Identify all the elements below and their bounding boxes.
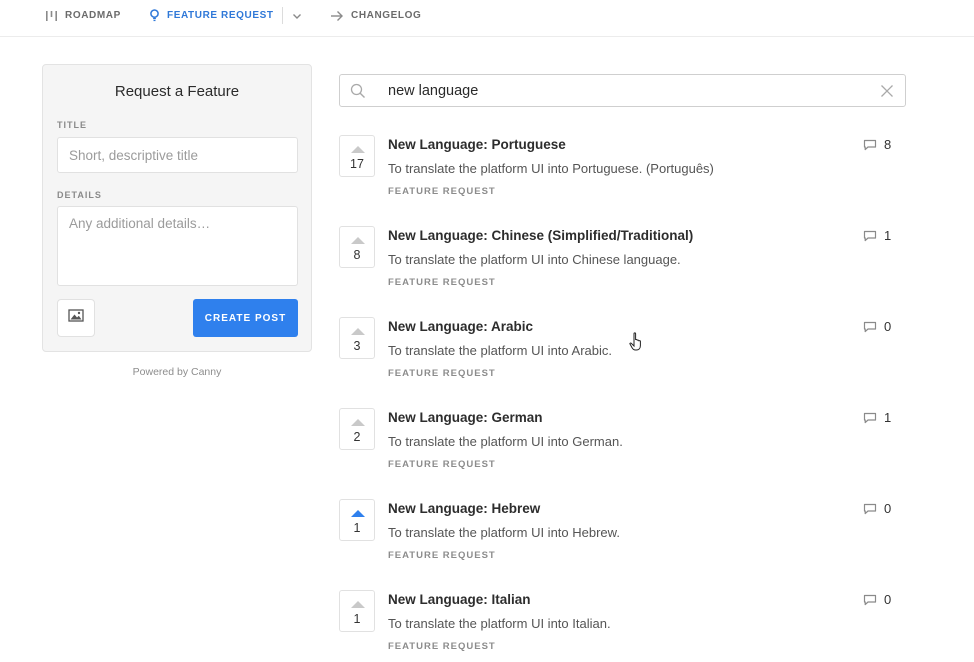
post-category: FEATURE REQUEST <box>388 641 496 652</box>
comment-count: 0 <box>863 319 891 334</box>
post-item[interactable]: 2 New Language: German To translate the … <box>339 408 906 488</box>
post-description: To translate the platform UI into Arabic… <box>388 343 612 358</box>
post-category: FEATURE REQUEST <box>388 368 496 379</box>
comment-count: 0 <box>863 592 891 607</box>
vote-count: 17 <box>350 157 364 171</box>
post-title[interactable]: New Language: Arabic <box>388 319 533 334</box>
title-input[interactable] <box>57 137 298 173</box>
title-label: TITLE <box>57 120 87 130</box>
hand-pointer-icon <box>629 332 645 357</box>
nav-roadmap[interactable]: ROADMAP <box>45 0 121 31</box>
upvote-arrow-icon <box>351 146 365 153</box>
upvote-button[interactable]: 2 <box>339 408 375 450</box>
comment-icon <box>863 139 877 151</box>
post-category: FEATURE REQUEST <box>388 186 496 197</box>
post-category: FEATURE REQUEST <box>388 550 496 561</box>
comment-count: 1 <box>863 228 891 243</box>
comment-count-value: 1 <box>884 410 892 425</box>
nav-divider <box>282 7 283 24</box>
post-item[interactable]: 3 New Language: Arabic To translate the … <box>339 317 906 397</box>
top-nav: ROADMAP FEATURE REQUEST CHANGELOG <box>0 0 974 37</box>
comment-icon <box>863 321 877 333</box>
vote-count: 2 <box>353 430 361 444</box>
create-post-button[interactable]: CREATE POST <box>193 299 298 337</box>
comment-count-value: 8 <box>884 137 892 152</box>
post-title[interactable]: New Language: Hebrew <box>388 501 540 516</box>
details-textarea[interactable] <box>57 206 298 286</box>
post-title[interactable]: New Language: Italian <box>388 592 531 607</box>
upvote-button[interactable]: 3 <box>339 317 375 359</box>
close-icon[interactable] <box>880 84 894 103</box>
request-feature-panel: Request a Feature TITLE DETAILS CREATE P… <box>42 64 312 352</box>
search-box <box>339 74 906 107</box>
comment-count-value: 0 <box>884 319 892 334</box>
upvote-button[interactable]: 1 <box>339 590 375 632</box>
comment-icon <box>863 594 877 606</box>
search-icon <box>350 83 366 104</box>
request-feature-heading: Request a Feature <box>114 83 240 100</box>
upvote-button[interactable]: 1 <box>339 499 375 541</box>
post-item[interactable]: 1 New Language: Italian To translate the… <box>339 590 906 662</box>
post-item[interactable]: 8 New Language: Chinese (Simplified/Trad… <box>339 226 906 306</box>
post-item[interactable]: 17 New Language: Portuguese To translate… <box>339 135 906 215</box>
upvote-arrow-icon <box>351 328 365 335</box>
nav-feature-request-label: FEATURE REQUEST <box>167 10 274 21</box>
post-category: FEATURE REQUEST <box>388 277 496 288</box>
post-title[interactable]: New Language: Portuguese <box>388 137 566 152</box>
comment-icon <box>863 412 877 424</box>
post-description: To translate the platform UI into German… <box>388 434 623 449</box>
vote-count: 1 <box>353 521 361 535</box>
post-title[interactable]: New Language: German <box>388 410 543 425</box>
comment-count-value: 0 <box>884 501 892 516</box>
details-label: DETAILS <box>57 190 102 200</box>
post-description: To translate the platform UI into Portug… <box>388 161 714 176</box>
nav-feature-request[interactable]: FEATURE REQUEST <box>149 0 274 31</box>
arrow-right-icon <box>330 10 344 22</box>
post-description: To translate the platform UI into Chines… <box>388 252 681 267</box>
roadmap-icon <box>45 10 58 22</box>
nav-roadmap-label: ROADMAP <box>65 10 121 21</box>
upvote-arrow-icon <box>351 510 365 517</box>
comment-count-value: 0 <box>884 592 892 607</box>
post-description: To translate the platform UI into Hebrew… <box>388 525 620 540</box>
powered-by-link[interactable]: Powered by Canny <box>42 366 312 378</box>
comment-count: 1 <box>863 410 891 425</box>
post-category: FEATURE REQUEST <box>388 459 496 470</box>
nav-changelog[interactable]: CHANGELOG <box>330 0 421 31</box>
comment-icon <box>863 503 877 515</box>
post-item[interactable]: 1 New Language: Hebrew To translate the … <box>339 499 906 579</box>
vote-count: 8 <box>353 248 361 262</box>
post-title[interactable]: New Language: Chinese (Simplified/Tradit… <box>388 228 693 243</box>
comment-count: 8 <box>863 137 891 152</box>
vote-count: 3 <box>353 339 361 353</box>
search-input[interactable] <box>388 79 868 103</box>
upvote-button[interactable]: 8 <box>339 226 375 268</box>
upvote-arrow-icon <box>351 237 365 244</box>
lightbulb-icon <box>149 9 160 22</box>
comment-icon <box>863 230 877 242</box>
comment-count-value: 1 <box>884 228 892 243</box>
chevron-down-icon[interactable] <box>291 9 303 27</box>
vote-count: 1 <box>353 612 361 626</box>
nav-changelog-label: CHANGELOG <box>351 10 422 21</box>
attach-image-button[interactable] <box>57 299 95 337</box>
comment-count: 0 <box>863 501 891 516</box>
upvote-arrow-icon <box>351 419 365 426</box>
image-icon <box>68 309 84 327</box>
upvote-button[interactable]: 17 <box>339 135 375 177</box>
upvote-arrow-icon <box>351 601 365 608</box>
post-description: To translate the platform UI into Italia… <box>388 616 611 631</box>
